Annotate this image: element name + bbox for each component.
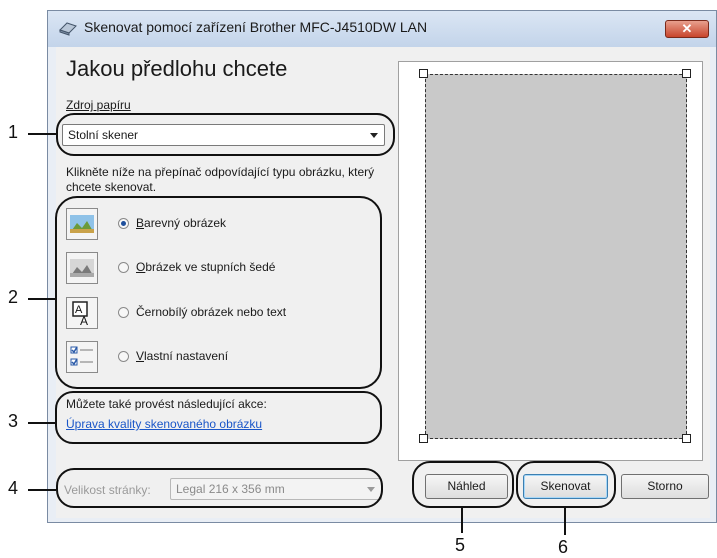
- callout-line-3: [28, 422, 55, 424]
- callout-oval-2: [55, 196, 382, 389]
- callout-line-4: [28, 489, 56, 491]
- callout-number-4: 4: [8, 478, 19, 498]
- callout-number-1: 1: [8, 122, 19, 142]
- scanner-icon: [59, 22, 77, 36]
- callout-number-5: 5: [455, 535, 466, 555]
- close-icon: ✕: [681, 21, 693, 36]
- callout-line-6: [564, 508, 566, 535]
- callout-oval-4: [56, 468, 383, 508]
- cancel-button-label: Storno: [647, 479, 683, 493]
- resize-handle-bottom-right[interactable]: [682, 434, 691, 443]
- callout-oval-5: [412, 461, 514, 508]
- callout-line-5: [461, 508, 463, 533]
- scan-preview-panel[interactable]: [398, 61, 703, 461]
- resize-handle-top-right[interactable]: [682, 69, 691, 78]
- resize-handle-top-left[interactable]: [419, 69, 428, 78]
- callout-oval-3: [55, 391, 382, 444]
- resize-handle-bottom-left[interactable]: [419, 434, 428, 443]
- callout-number-6: 6: [558, 537, 569, 557]
- window-title: Skenovat pomocí zařízení Brother MFC-J45…: [84, 19, 428, 35]
- callout-oval-1: [56, 113, 395, 156]
- page-title: Jakou předlohu chcete: [66, 56, 288, 81]
- scan-area-selection[interactable]: [425, 74, 687, 439]
- callout-line-2: [28, 298, 55, 300]
- close-button[interactable]: ✕: [665, 20, 709, 38]
- callout-line-1: [28, 133, 56, 135]
- callout-number-3: 3: [8, 411, 19, 431]
- paper-source-label: Zdroj papíru: [66, 98, 131, 112]
- callout-oval-6: [516, 461, 616, 508]
- instruction-text: Klikněte níže na přepínač odpovídající t…: [66, 165, 375, 194]
- cancel-button[interactable]: Storno: [621, 474, 709, 499]
- title-bar: Skenovat pomocí zařízení Brother MFC-J45…: [48, 11, 716, 47]
- callout-number-2: 2: [8, 287, 19, 307]
